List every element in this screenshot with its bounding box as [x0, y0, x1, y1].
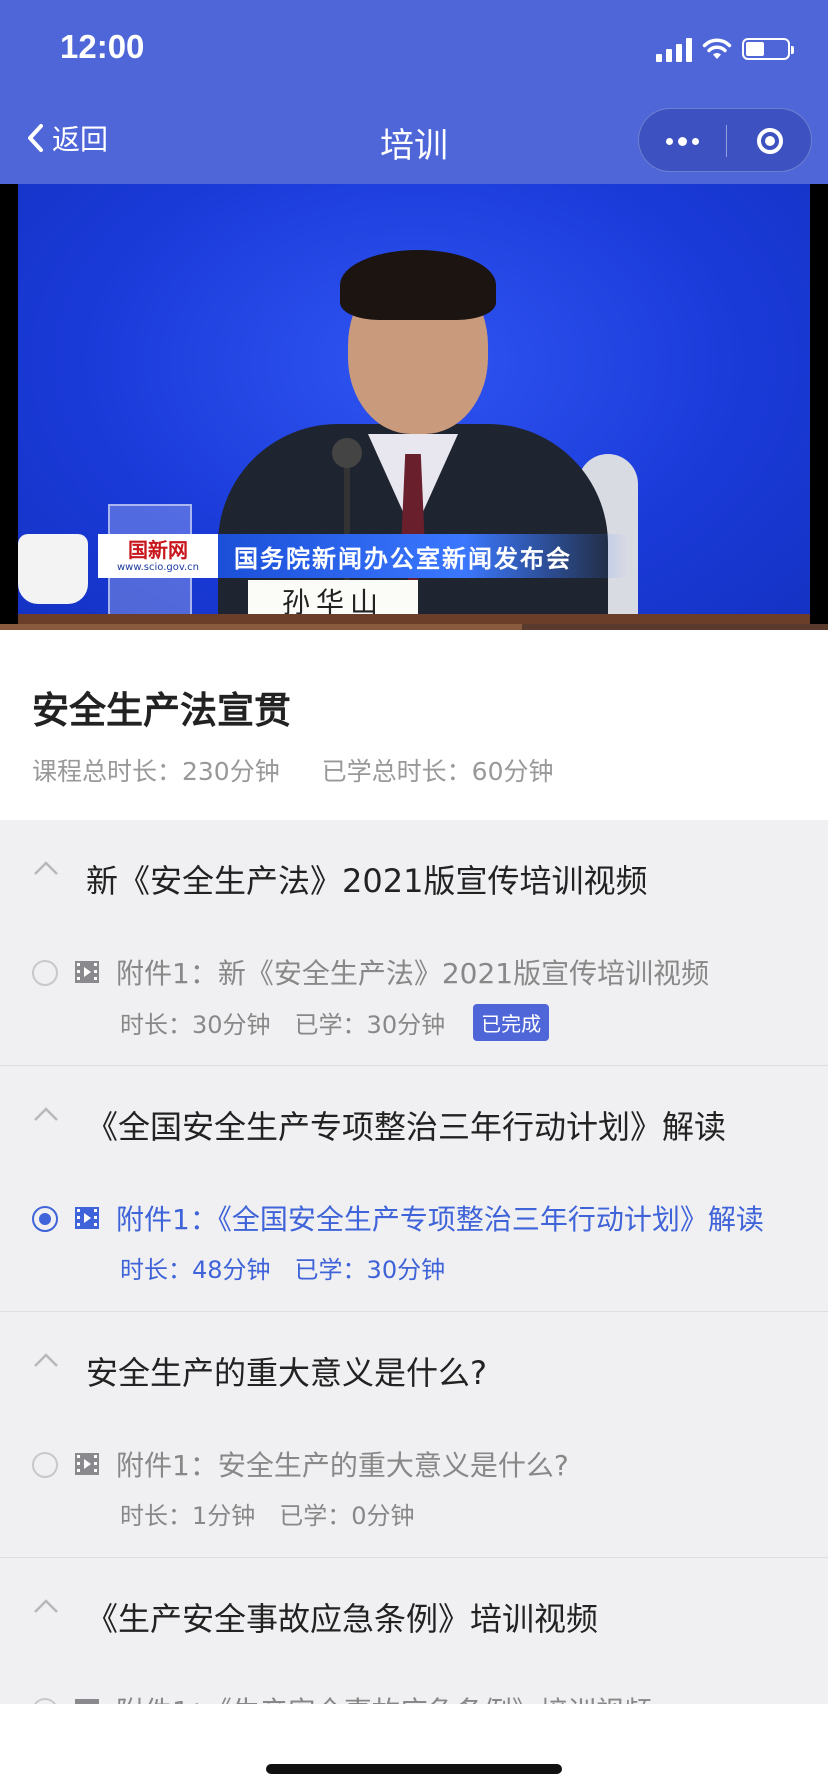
lesson-learned: 已学：30分钟	[294, 1011, 446, 1039]
video-player[interactable]: 国新网 www.scio.gov.cn 国务院新闻办公室新闻发布会 孙华山	[0, 184, 828, 630]
chapter: 安全生产的重大意义是什么? 附件1：安全生产的重大意义是什么? 时长：1分钟 已…	[0, 1312, 828, 1558]
radio-icon	[32, 960, 58, 986]
miniprogram-capsule	[638, 108, 812, 172]
logo-url: www.scio.gov.cn	[116, 561, 200, 573]
lesson-item[interactable]: 附件1：《生产安全事故应急条例》培训视频	[0, 1686, 828, 1704]
chapter-title: 《全国安全生产专项整治三年行动计划》解读	[86, 1108, 727, 1146]
battery-icon	[742, 38, 794, 60]
news-caption: 国务院新闻办公室新闻发布会	[218, 534, 628, 578]
chevron-up-icon	[34, 861, 58, 875]
course-meta: 课程总时长：230分钟 已学总时长：60分钟	[32, 752, 553, 788]
close-miniprogram-button[interactable]	[726, 109, 813, 173]
video-file-icon	[75, 1207, 99, 1229]
radio-selected-icon	[32, 1206, 58, 1232]
lesson-learned: 已学：30分钟	[294, 1256, 446, 1284]
chevron-up-icon	[34, 1599, 58, 1613]
learned-duration: 已学总时长：60分钟	[321, 757, 554, 786]
lesson-learned: 已学：0分钟	[279, 1502, 415, 1530]
home-indicator[interactable]	[266, 1764, 562, 1774]
chapter-header[interactable]: 《生产安全事故应急条例》培训视频	[0, 1558, 828, 1668]
lesson-duration: 时长：48分钟	[120, 1256, 271, 1284]
status-icons	[656, 34, 794, 64]
lesson-title: 附件1：安全生产的重大意义是什么?	[116, 1449, 569, 1482]
course-title: 安全生产法宣贯	[32, 689, 291, 732]
completed-badge: 已完成	[473, 1004, 550, 1041]
news-banner: 国新网 www.scio.gov.cn 国务院新闻办公室新闻发布会	[98, 534, 628, 578]
chapter-header[interactable]: 《全国安全生产专项整治三年行动计划》解读	[0, 1066, 828, 1176]
wifi-icon	[702, 38, 732, 59]
lesson-duration: 时长：1分钟	[120, 1502, 256, 1530]
news-logo: 国新网 www.scio.gov.cn	[98, 534, 218, 578]
chevron-up-icon	[34, 1107, 58, 1121]
logo-text: 国新网	[128, 537, 188, 562]
video-file-icon	[75, 1453, 99, 1475]
radio-icon	[32, 1452, 58, 1478]
lesson-title: 附件1：新《安全生产法》2021版宣传培训视频	[116, 957, 710, 990]
chapter-title: 《生产安全事故应急条例》培训视频	[86, 1600, 599, 1638]
signal-icon	[656, 36, 692, 62]
chapter-title: 新《安全生产法》2021版宣传培训视频	[86, 862, 648, 900]
video-frame: 国新网 www.scio.gov.cn 国务院新闻办公室新闻发布会 孙华山	[18, 184, 810, 630]
lesson-item[interactable]: 附件1：安全生产的重大意义是什么? 时长：1分钟 已学：0分钟	[0, 1440, 828, 1540]
target-circle-icon	[756, 128, 783, 154]
chevron-up-icon	[34, 1353, 58, 1367]
status-time: 12:00	[60, 28, 145, 65]
lesson-item-active[interactable]: 附件1：《全国安全生产专项整治三年行动计划》解读 时长：48分钟 已学：30分钟	[0, 1194, 828, 1294]
lesson-meta: 时长：1分钟 已学：0分钟	[120, 1496, 415, 1531]
chapter-header[interactable]: 安全生产的重大意义是什么?	[0, 1312, 828, 1422]
video-file-icon	[75, 961, 99, 983]
bottom-safe-area	[0, 1704, 828, 1792]
app-header: 12:00 返回 培训	[0, 0, 828, 184]
more-button[interactable]	[639, 109, 726, 173]
lesson-item[interactable]: 附件1：新《安全生产法》2021版宣传培训视频 时长：30分钟 已学：30分钟 …	[0, 948, 828, 1048]
total-duration: 课程总时长：230分钟	[32, 757, 280, 786]
chapter: 《全国安全生产专项整治三年行动计划》解读 附件1：《全国安全生产专项整治三年行动…	[0, 1066, 828, 1312]
lesson-duration: 时长：30分钟	[120, 1011, 271, 1039]
lesson-meta: 时长：48分钟 已学：30分钟	[120, 1250, 445, 1285]
lesson-title: 附件1：《全国安全生产专项整治三年行动计划》解读	[116, 1203, 764, 1236]
chapter: 新《安全生产法》2021版宣传培训视频 附件1：新《安全生产法》2021版宣传培…	[0, 820, 828, 1066]
lesson-title: 附件1：《生产安全事故应急条例》培训视频	[116, 1690, 792, 1704]
chapter-title: 安全生产的重大意义是什么?	[86, 1354, 487, 1392]
chapter-header[interactable]: 新《安全生产法》2021版宣传培训视频	[0, 820, 828, 930]
more-dots-icon	[666, 137, 673, 145]
course-info: 安全生产法宣贯 课程总时长：230分钟 已学总时长：60分钟	[0, 630, 828, 820]
chapter: 《生产安全事故应急条例》培训视频 附件1：《生产安全事故应急条例》培训视频	[0, 1558, 828, 1704]
lesson-meta: 时长：30分钟 已学：30分钟 已完成	[120, 1004, 550, 1041]
chapter-list: 新《安全生产法》2021版宣传培训视频 附件1：新《安全生产法》2021版宣传培…	[0, 820, 828, 1704]
